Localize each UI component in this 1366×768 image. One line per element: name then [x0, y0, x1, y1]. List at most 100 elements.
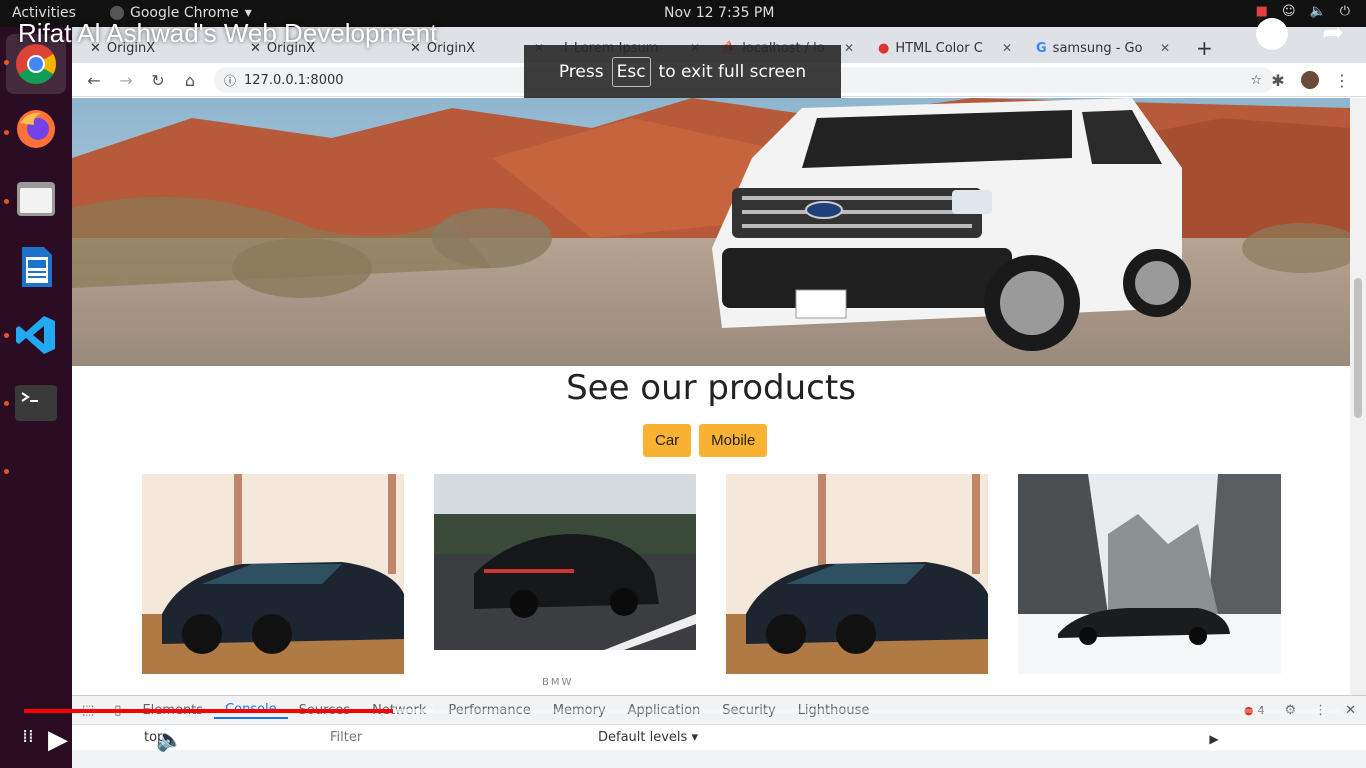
gear-icon: ⚙ — [1250, 727, 1272, 755]
record-icon: ■ — [1255, 4, 1268, 19]
home-button[interactable]: ⌂ — [178, 69, 202, 91]
browser-tab[interactable]: ● HTML Color C ✕ — [870, 33, 1020, 63]
dock-vscode[interactable] — [12, 311, 60, 359]
browser-window: ✕ OriginX ✕ OriginX ✕ OriginX ✕ Ⅰ Lorem … — [72, 27, 1366, 695]
plus-icon: + — [1196, 36, 1213, 60]
clock[interactable]: Nov 12 7:35 PM — [664, 5, 774, 21]
dock-files[interactable] — [12, 175, 60, 223]
product-image-tesla[interactable] — [726, 474, 988, 674]
dock-writer[interactable] — [12, 243, 60, 291]
video-controls: ⁞⁞ ▶ ⏭ 🔈 9:16 / 32:36 ▶ ⚙ ⤡ — [0, 718, 1366, 764]
avatar — [1301, 71, 1319, 89]
grid-icon: ⁞⁞ — [22, 725, 34, 747]
autoplay-toggle[interactable]: ▶ — [1182, 727, 1226, 751]
terminal-icon — [15, 385, 57, 421]
dock-firefox[interactable] — [12, 105, 60, 153]
scrollbar-thumb[interactable] — [1354, 278, 1362, 418]
info-icon: ⓘ — [224, 73, 237, 88]
close-tab-icon[interactable]: ✕ — [1002, 41, 1012, 55]
google-icon: G — [1036, 40, 1047, 56]
hero-suv-image — [72, 98, 1350, 366]
miniplayer-grid-button[interactable]: ⁞⁞ — [18, 722, 38, 750]
time-display: 9:16 / 32:36 — [206, 728, 301, 749]
accessibility-icon: ☺ — [1281, 4, 1296, 19]
product-caption: BMW — [542, 677, 574, 688]
close-tab-icon[interactable]: ✕ — [1160, 41, 1170, 55]
page-scrollbar[interactable] — [1350, 98, 1366, 695]
arrow-left-icon: ← — [87, 70, 101, 90]
color-icon: ● — [878, 40, 890, 56]
play-icon: ▶ — [1209, 732, 1219, 746]
product-grid — [72, 474, 1350, 694]
settings-button[interactable]: ⚙ — [1246, 726, 1276, 756]
time-current: 9:16 — [206, 728, 242, 748]
chrome-menu-button[interactable]: ⋮ — [1330, 69, 1354, 91]
power-icon: ⏻ — [1339, 4, 1350, 19]
browser-tab[interactable]: G samsung - Go ✕ — [1028, 33, 1178, 63]
running-indicator — [4, 130, 9, 135]
dock — [0, 27, 72, 768]
new-tab-button[interactable]: + — [1188, 33, 1218, 63]
fullscreen-notice: Press Esc to exit full screen — [524, 45, 841, 98]
profile-button[interactable] — [1298, 69, 1322, 91]
dock-terminal[interactable] — [12, 379, 60, 427]
tab-label: HTML Color C — [895, 40, 983, 56]
reload-button[interactable]: ↻ — [146, 69, 170, 91]
url-text: 127.0.0.1:8000 — [244, 72, 344, 88]
close-tab-icon[interactable]: ✕ — [844, 41, 854, 55]
time-separator: / — [241, 728, 257, 748]
time-total: 32:36 — [256, 728, 302, 748]
tab-label: samsung - Go — [1052, 40, 1143, 56]
extensions-button[interactable]: ✱ — [1266, 69, 1290, 91]
page-viewport: See our products Car Mobile BMW — [72, 98, 1350, 695]
exit-fullscreen-icon: ⤡ — [1306, 728, 1324, 754]
product-image-mercedes[interactable] — [1018, 474, 1281, 674]
autoplay-knob: ▶ — [1202, 727, 1226, 751]
next-button[interactable]: ⏭ — [106, 726, 134, 754]
product-image-porsche[interactable] — [434, 474, 696, 650]
exit-fullscreen-button[interactable]: ⤡ — [1300, 726, 1330, 756]
product-image-tesla[interactable] — [142, 474, 404, 674]
play-icon: ▶ — [48, 725, 68, 755]
next-icon: ⏭ — [110, 727, 130, 753]
firefox-icon — [17, 110, 55, 148]
running-indicator — [4, 333, 9, 338]
product-filters: Car Mobile — [643, 424, 768, 457]
hero-banner — [72, 98, 1350, 366]
filter-car-button[interactable]: Car — [643, 424, 692, 457]
files-icon — [17, 182, 55, 216]
watch-later-icon[interactable] — [1256, 18, 1288, 50]
progress-played — [24, 709, 394, 713]
running-indicator — [4, 199, 9, 204]
volume-icon: 🔈 — [1309, 4, 1326, 19]
arrow-right-icon: → — [119, 70, 133, 90]
back-button[interactable]: ← — [82, 69, 106, 91]
kebab-menu-icon: ⋮ — [1334, 70, 1350, 90]
share-icon[interactable]: ➦ — [1322, 18, 1344, 48]
video-progress-bar[interactable] — [24, 709, 1342, 713]
system-tray[interactable]: ■ ☺ 🔈 ⏻ — [1256, 4, 1350, 19]
home-icon: ⌂ — [184, 70, 196, 90]
esc-key: Esc — [611, 56, 651, 87]
filter-mobile-button[interactable]: Mobile — [699, 424, 768, 457]
running-indicator — [4, 60, 9, 65]
car-photo — [434, 474, 696, 650]
section-title: See our products — [566, 368, 856, 408]
car-photo — [1018, 474, 1281, 674]
document-writer-icon — [22, 247, 52, 287]
volume-icon: 🔈 — [156, 727, 184, 753]
car-photo — [142, 474, 404, 674]
puzzle-icon: ✱ — [1271, 70, 1285, 90]
running-indicator — [4, 469, 9, 474]
bookmark-star-icon[interactable]: ☆ — [1250, 73, 1262, 88]
fs-suffix-text: to exit full screen — [658, 61, 807, 82]
running-indicator — [4, 401, 9, 406]
fs-press-text: Press — [558, 61, 604, 82]
vscode-icon — [16, 316, 55, 354]
reload-icon: ↻ — [151, 70, 165, 90]
car-photo — [726, 474, 988, 674]
play-button[interactable]: ▶ — [44, 724, 72, 756]
video-title[interactable]: Rifat Al Ashwad's Web Development — [18, 18, 437, 49]
volume-button[interactable]: 🔈 — [156, 726, 184, 754]
forward-button[interactable]: → — [114, 69, 138, 91]
